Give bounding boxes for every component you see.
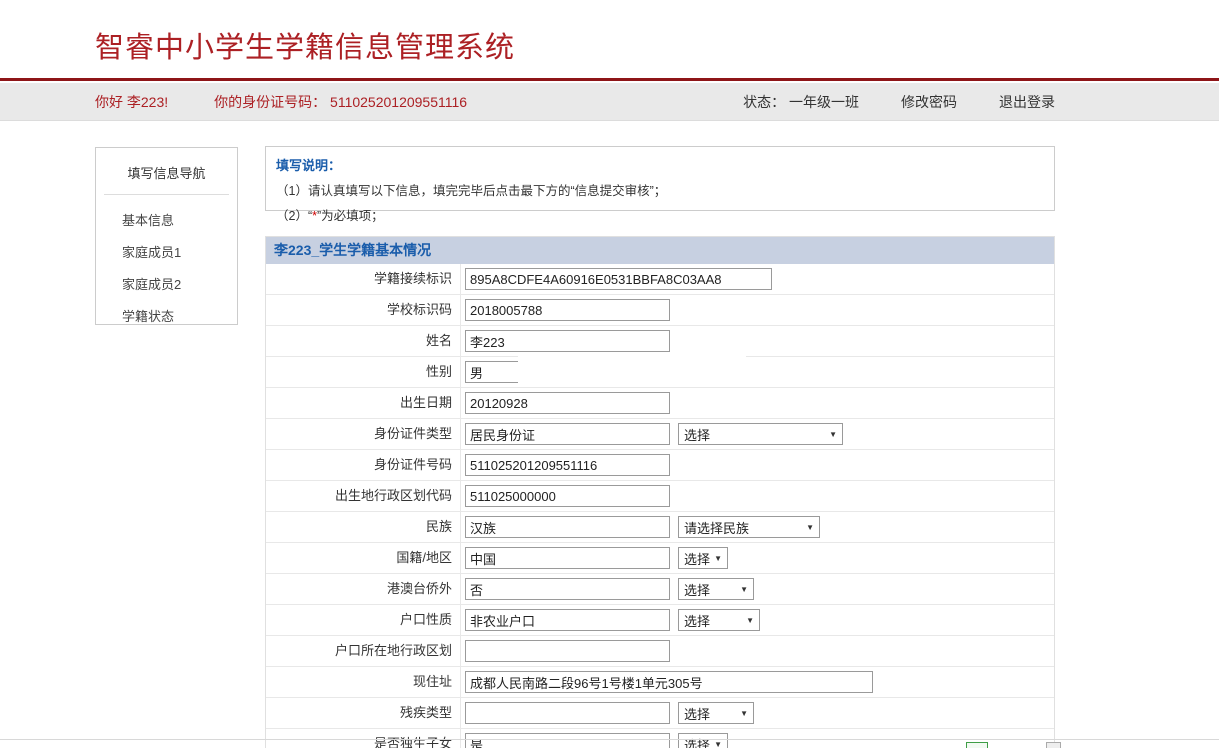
form-row: 学籍接续标识 — [266, 264, 1054, 295]
form-row: 姓名 — [266, 326, 1054, 357]
form-row: 出生日期 — [266, 388, 1054, 419]
field-select[interactable]: 选择 ▼ — [678, 578, 754, 600]
field-input[interactable] — [465, 733, 670, 748]
field-label: 姓名 — [266, 326, 461, 356]
greeting-text: 你好 李223! — [95, 92, 168, 112]
field-input[interactable] — [465, 454, 670, 476]
sidebar: 填写信息导航 基本信息家庭成员1 家庭成员2 学籍状态 — [95, 147, 238, 325]
form-row: 学校标识码 — [266, 295, 1054, 326]
status-value: 一年级一班 — [789, 94, 859, 110]
redaction-overlay — [518, 355, 746, 386]
field-input[interactable] — [465, 547, 670, 569]
field-select[interactable]: 选择 ▼ — [678, 702, 754, 724]
app-title: 智睿中小学生学籍信息管理系统 — [95, 24, 515, 66]
field-label: 学籍接续标识 — [266, 264, 461, 294]
field-label: 身份证件号码 — [266, 450, 461, 480]
user-bar: 你好 李223! 你的身份证号码： 511025201209551116 状态：… — [0, 83, 1219, 121]
caret-down-icon: ▼ — [829, 430, 837, 439]
select-value: 选择 — [684, 735, 710, 748]
footer-divider — [0, 739, 1219, 740]
field-select[interactable]: 请选择民族 ▼ — [678, 516, 820, 538]
form-section-title: 李223_学生学籍基本情况 — [266, 237, 1054, 264]
field-input[interactable] — [465, 578, 670, 600]
select-value: 选择 — [684, 549, 710, 568]
form-row: 民族 请选择民族 ▼ — [266, 512, 1054, 543]
header-divider — [0, 78, 1219, 81]
form-row: 性别 — [266, 357, 1054, 388]
student-info-form: 李223_学生学籍基本情况 学籍接续标识学校标识码姓名性别出生日期身份证件类型选… — [265, 236, 1055, 748]
field-input[interactable] — [465, 330, 670, 352]
field-label: 身份证件类型 — [266, 419, 461, 449]
form-row: 身份证件号码 — [266, 450, 1054, 481]
field-input[interactable] — [465, 299, 670, 321]
sidebar-item[interactable]: 家庭成员2 — [122, 274, 237, 293]
field-input[interactable] — [465, 392, 670, 414]
instructions-line-2-suffix: ”为必填项； — [317, 209, 384, 223]
page: 智睿中小学生学籍信息管理系统 你好 李223! 你的身份证号码： 5110252… — [0, 0, 1219, 748]
caret-down-icon: ▼ — [714, 554, 722, 563]
field-input[interactable] — [465, 516, 670, 538]
field-input[interactable] — [465, 671, 873, 693]
form-row: 残疾类型 选择 ▼ — [266, 698, 1054, 729]
select-value: 选择 — [684, 425, 710, 444]
field-input[interactable] — [465, 268, 772, 290]
cutoff-widget-fragment-green — [966, 742, 988, 748]
field-label: 出生日期 — [266, 388, 461, 418]
field-label: 户口所在地行政区划 — [266, 636, 461, 666]
field-label: 学校标识码 — [266, 295, 461, 325]
field-input[interactable] — [465, 640, 670, 662]
cutoff-widget-fragment-gray — [1046, 742, 1061, 748]
form-row: 身份证件类型 选择 ▼ — [266, 419, 1054, 450]
field-label: 出生地行政区划代码 — [266, 481, 461, 511]
caret-down-icon: ▼ — [806, 523, 814, 532]
field-input[interactable] — [465, 423, 670, 445]
select-value: 选择 — [684, 580, 710, 599]
field-select[interactable]: 选择 ▼ — [678, 547, 728, 569]
select-value: 选择 — [684, 704, 710, 723]
form-row: 现住址 — [266, 667, 1054, 698]
form-table-rows: 学籍接续标识学校标识码姓名性别出生日期身份证件类型选择▼身份证件号码出生地行政区… — [266, 264, 1054, 748]
sidebar-title: 填写信息导航 — [96, 163, 237, 182]
field-select[interactable]: 选择 ▼ — [678, 733, 728, 748]
field-label: 户口性质 — [266, 605, 461, 635]
field-select[interactable]: 选择 ▼ — [678, 423, 843, 445]
field-input[interactable] — [465, 609, 670, 631]
sidebar-item[interactable]: 基本信息 — [122, 210, 237, 229]
instructions-box: 填写说明： （1）请认真填写以下信息，填完完毕后点击最下方的“信息提交审核”； … — [265, 146, 1055, 211]
caret-down-icon: ▼ — [740, 585, 748, 594]
instructions-title: 填写说明： — [276, 155, 1044, 174]
field-label: 现住址 — [266, 667, 461, 697]
field-select[interactable]: 选择 ▼ — [678, 609, 760, 631]
field-input[interactable] — [465, 702, 670, 724]
sidebar-item[interactable]: 学籍状态 — [122, 306, 237, 325]
caret-down-icon: ▼ — [740, 709, 748, 718]
id-number-label: 你的身份证号码： — [214, 94, 326, 110]
select-value: 选择 — [684, 611, 710, 630]
id-number-text: 你的身份证号码： 511025201209551116 — [214, 92, 467, 112]
sidebar-nav-items: 基本信息家庭成员1 家庭成员2 学籍状态 — [96, 195, 237, 325]
form-row: 国籍/地区 选择 ▼ — [266, 543, 1054, 574]
id-number-value: 511025201209551116 — [330, 94, 467, 110]
instructions-line-2-prefix: （2）“ — [276, 209, 312, 223]
caret-down-icon: ▼ — [714, 740, 722, 748]
field-label: 国籍/地区 — [266, 543, 461, 573]
field-label: 性别 — [266, 357, 461, 387]
caret-down-icon: ▼ — [746, 616, 754, 625]
logout-link[interactable]: 退出登录 — [999, 92, 1055, 112]
status-text: 状态： 一年级一班 — [743, 92, 859, 112]
select-value: 请选择民族 — [684, 518, 749, 537]
field-label: 残疾类型 — [266, 698, 461, 728]
status-label: 状态： — [743, 94, 785, 110]
form-row: 户口性质 选择 ▼ — [266, 605, 1054, 636]
instructions-line-1: （1）请认真填写以下信息，填完完毕后点击最下方的“信息提交审核”； — [276, 180, 1044, 199]
form-row: 户口所在地行政区划 — [266, 636, 1054, 667]
field-label: 民族 — [266, 512, 461, 542]
change-password-link[interactable]: 修改密码 — [901, 92, 957, 112]
form-row: 港澳台侨外 选择 ▼ — [266, 574, 1054, 605]
field-input[interactable] — [465, 485, 670, 507]
form-row: 出生地行政区划代码 — [266, 481, 1054, 512]
field-label: 港澳台侨外 — [266, 574, 461, 604]
instructions-line-2: （2）“*”为必填项； — [276, 205, 1044, 224]
sidebar-item[interactable]: 家庭成员1 — [122, 242, 237, 261]
